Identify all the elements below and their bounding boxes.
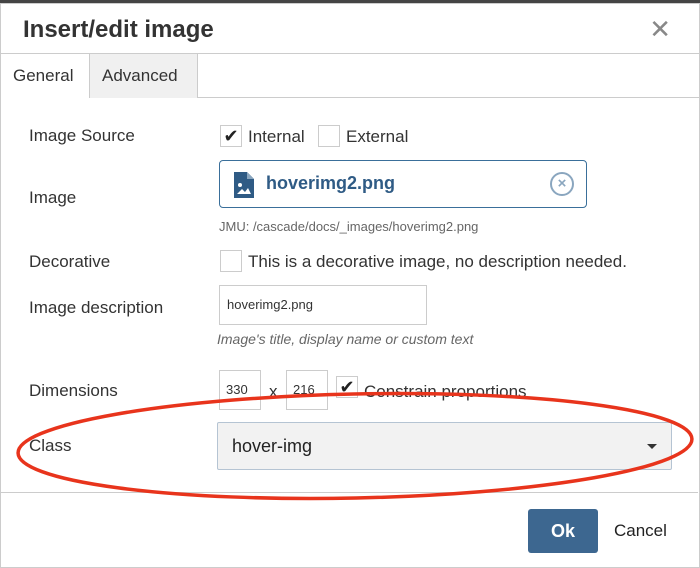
image-filename: hoverimg2.png [266, 173, 396, 193]
dialog-title: Insert/edit image [23, 16, 214, 43]
image-source-label: Image Source [29, 126, 135, 145]
class-select[interactable]: hover-img [217, 422, 672, 470]
dimensions-separator: x [269, 382, 278, 401]
dialog-footer: Ok Cancel [0, 492, 698, 564]
internal-label: Internal [248, 127, 305, 146]
decorative-checkbox[interactable] [220, 250, 242, 272]
tab-general[interactable]: General [1, 54, 90, 99]
constrain-proportions-checkbox[interactable]: ✔ [336, 376, 358, 398]
ok-button[interactable]: Ok [528, 509, 598, 553]
decorative-label: Decorative [29, 252, 111, 271]
image-description-label: Image description [29, 298, 164, 317]
external-label: External [346, 127, 409, 146]
class-label: Class [29, 436, 72, 455]
cancel-button[interactable]: Cancel [614, 521, 667, 541]
class-select-value: hover-img [232, 436, 313, 456]
image-description-input[interactable]: hoverimg2.png [219, 285, 427, 325]
image-file-icon [234, 172, 254, 198]
width-input[interactable]: 330 [219, 370, 261, 410]
dialog-header: Insert/edit image ✕ [1, 4, 699, 54]
dimensions-label: Dimensions [29, 381, 118, 400]
chevron-down-icon [647, 444, 657, 449]
image-chooser[interactable]: hoverimg2.png × [219, 160, 587, 208]
constrain-proportions-label: Constrain proportions [364, 382, 527, 401]
tab-bar: General Advanced [1, 54, 699, 99]
height-input[interactable]: 216 [286, 370, 328, 410]
tab-advanced[interactable]: Advanced [89, 54, 198, 98]
decorative-checkbox-label: This is a decorative image, no descripti… [248, 252, 627, 271]
image-path: JMU: /cascade/docs/_images/hoverimg2.png [219, 219, 479, 234]
close-icon[interactable]: ✕ [649, 14, 671, 45]
clear-icon[interactable]: × [550, 172, 574, 196]
image-description-hint: Image's title, display name or custom te… [217, 331, 474, 347]
image-label: Image [29, 188, 77, 207]
external-checkbox[interactable] [318, 125, 340, 147]
internal-checkbox[interactable]: ✔ [220, 125, 242, 147]
